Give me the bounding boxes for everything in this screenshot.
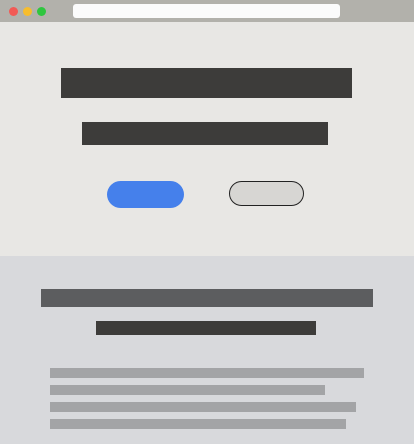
paragraph-line (50, 385, 325, 395)
content-section (0, 256, 414, 444)
close-window-button[interactable] (9, 7, 18, 16)
paragraph-line (50, 368, 364, 378)
section-title (41, 289, 373, 307)
hero-section (0, 22, 414, 256)
paragraph-line (50, 419, 346, 429)
minimize-window-button[interactable] (23, 7, 32, 16)
hero-subtitle (82, 122, 328, 145)
secondary-cta-button[interactable] (229, 181, 304, 206)
title-bar (0, 0, 414, 22)
address-bar[interactable] (73, 4, 340, 18)
primary-cta-button[interactable] (107, 181, 184, 208)
paragraph-line (50, 402, 356, 412)
hero-title (61, 68, 352, 98)
maximize-window-button[interactable] (37, 7, 46, 16)
section-subtitle (96, 321, 316, 335)
browser-window (0, 0, 414, 444)
